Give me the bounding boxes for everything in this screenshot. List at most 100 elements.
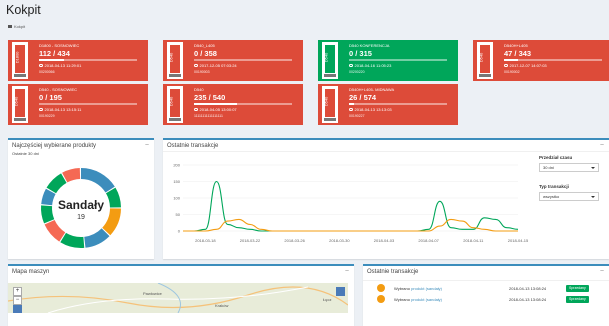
- clock-icon: [504, 63, 508, 68]
- machine-tile[interactable]: D540 D540 - SOSNOWIEC 0 / 195 2018-04-13 13…: [8, 84, 148, 125]
- donut-center-label: Sandały: [58, 198, 104, 212]
- last-update: 2017-12-07 14:07:03: [504, 63, 547, 68]
- machine-tile[interactable]: D540 D540 235 / 540 2018-04-05 13:00:07 1111…: [163, 84, 303, 125]
- machine-name: D540_L405: [194, 43, 215, 48]
- collapse-button[interactable]: −: [345, 268, 349, 275]
- user-avatar-icon: [377, 284, 385, 292]
- machine-code: D1800: [14, 51, 20, 64]
- last-update: 2018-04-13 11:29:01: [39, 63, 81, 68]
- y-tick-label: 200: [173, 163, 180, 168]
- timestamp: 2018-04-13 13:15:11: [44, 107, 82, 112]
- transaction-date: 2018-04-13 13:08:24: [509, 286, 547, 291]
- donut-segment[interactable]: [102, 208, 121, 236]
- stock-progress-bar: [39, 103, 137, 105]
- type-filter: Typ transakcji wszystko: [539, 184, 599, 201]
- clock-icon: [349, 107, 353, 112]
- breadcrumb[interactable]: Kokpit: [8, 24, 25, 29]
- machine-serial: 00200066: [39, 70, 55, 74]
- vending-machine-icon: D540: [167, 86, 183, 123]
- timestamp: 2018-04-16 11:05:23: [354, 63, 392, 68]
- machine-name: D540H+L405- MIDNAWA: [349, 87, 395, 92]
- machine-stock-count: 235 / 540: [194, 93, 226, 102]
- type-select[interactable]: wszystko: [539, 192, 599, 201]
- machine-stock-count: 0 / 358: [194, 49, 217, 58]
- timestamp: 2017-12-07 14:07:03: [509, 63, 547, 68]
- donut-segment[interactable]: [81, 168, 115, 193]
- machine-serial: 00190002: [504, 70, 520, 74]
- machine-map[interactable]: Pawłowice Kraków Łęcz + −: [8, 283, 348, 313]
- machine-tile[interactable]: D540 D540H+L405- MIDNAWA 26 / 574 2018-04-1…: [318, 84, 458, 125]
- machine-name: D540H+L405: [504, 43, 528, 48]
- type-value: wszystko: [543, 194, 560, 199]
- machine-name: D540 - SOSNOWIEC: [39, 87, 78, 92]
- x-tick-label: 2018-04-11: [463, 238, 484, 243]
- machine-serial: 00200220: [349, 70, 365, 74]
- machine-serial: 00190003: [194, 70, 210, 74]
- machine-stock-count: 47 / 343: [504, 49, 532, 58]
- transaction-row: Wybrano produkt (sandały) 2018-04-13 13:0…: [373, 283, 599, 293]
- stock-progress-bar: [349, 59, 447, 61]
- transactions-chart-box: Ostatnie transakcje − 0 50 100 150 200 2018-0…: [163, 138, 609, 259]
- status-badge: Sprzedany: [566, 284, 589, 292]
- x-tick-label: 2018-03-30: [329, 238, 350, 243]
- fullscreen-button[interactable]: [336, 287, 345, 296]
- x-tick-label: 2018-03-22: [240, 238, 261, 243]
- donut-segment[interactable]: [40, 205, 55, 224]
- clock-icon: [194, 63, 198, 68]
- machine-tile[interactable]: D540 D540_L405 0 / 358 2017-12-05 07:03:24 0…: [163, 40, 303, 81]
- stock-progress-bar: [504, 59, 602, 61]
- machine-tile[interactable]: D540 D540H+L405 47 / 343 2017-12-07 14:07:0…: [473, 40, 609, 81]
- donut-segment[interactable]: [46, 173, 67, 194]
- donut-segment[interactable]: [84, 228, 110, 248]
- zoom-out-button[interactable]: −: [13, 296, 22, 305]
- last-update: 2018-04-13 13:15:11: [39, 107, 81, 112]
- page-title: Kokpit: [6, 3, 41, 17]
- map-roads: Pawłowice Kraków Łęcz: [8, 283, 348, 313]
- donut-segment[interactable]: [60, 232, 85, 248]
- user-avatar-icon: [377, 295, 385, 303]
- machine-serial: 11111111111111111: [194, 114, 223, 118]
- clock-icon: [39, 63, 43, 68]
- last-update: 2017-12-05 07:03:24: [194, 63, 237, 68]
- y-tick-label: 150: [173, 179, 180, 184]
- vending-machine-icon: D540: [477, 42, 493, 79]
- map-place-label: Kraków: [215, 303, 228, 308]
- stock-progress-bar: [194, 59, 292, 61]
- stock-progress-bar: [194, 103, 292, 105]
- product-link[interactable]: produkt (sandały): [411, 297, 442, 302]
- timestamp: 2018-04-13 13:13:03: [354, 107, 392, 112]
- machine-code: D540: [168, 52, 174, 63]
- type-label: Typ transakcji: [539, 184, 569, 189]
- x-tick-label: 2018-04-03: [374, 238, 395, 243]
- zoom-in-button[interactable]: +: [13, 287, 22, 296]
- machine-code: D540: [168, 96, 174, 107]
- stock-progress-bar: [349, 103, 447, 105]
- vending-machine-icon: D1800: [12, 42, 28, 79]
- y-tick-label: 100: [173, 196, 180, 201]
- machine-tile[interactable]: D540 D540 KONFERENCJA 0 / 315 2018-04-16 11…: [318, 40, 458, 81]
- donut-segment[interactable]: [44, 219, 66, 242]
- y-tick-label: 0: [178, 229, 181, 234]
- machine-stock-count: 112 / 434: [39, 49, 70, 58]
- status-badge: Sprzedany: [566, 295, 589, 303]
- period-label: Przedział czasu: [539, 155, 573, 160]
- breadcrumb-label: Kokpit: [14, 24, 26, 29]
- machine-stock-count: 0 / 315: [349, 49, 372, 58]
- box-divider: [363, 280, 609, 281]
- donut-center-value: 19: [77, 214, 85, 221]
- x-tick-label: 2018-03-26: [284, 238, 305, 243]
- clock-icon: [39, 107, 43, 112]
- period-select[interactable]: 30 dni: [539, 163, 599, 172]
- layers-button[interactable]: [13, 305, 22, 313]
- machine-tile[interactable]: D1800 D1800 - SOSNOWIEC 112 / 434 2018-04-1…: [8, 40, 148, 81]
- donut-chart: Sandały 19: [40, 168, 121, 248]
- last-update: 2018-04-05 13:00:07: [194, 107, 237, 112]
- machine-name: D540 KONFERENCJA: [349, 43, 390, 48]
- vending-machine-icon: D540: [322, 86, 338, 123]
- product-link[interactable]: produkt (sandały): [411, 286, 442, 291]
- last-update: 2018-04-13 13:13:03: [349, 107, 392, 112]
- chevron-down-icon: [591, 195, 595, 198]
- clock-icon: [349, 63, 353, 68]
- recent-transactions-title: Ostatnie transakcje: [367, 269, 419, 275]
- collapse-button[interactable]: −: [600, 268, 604, 275]
